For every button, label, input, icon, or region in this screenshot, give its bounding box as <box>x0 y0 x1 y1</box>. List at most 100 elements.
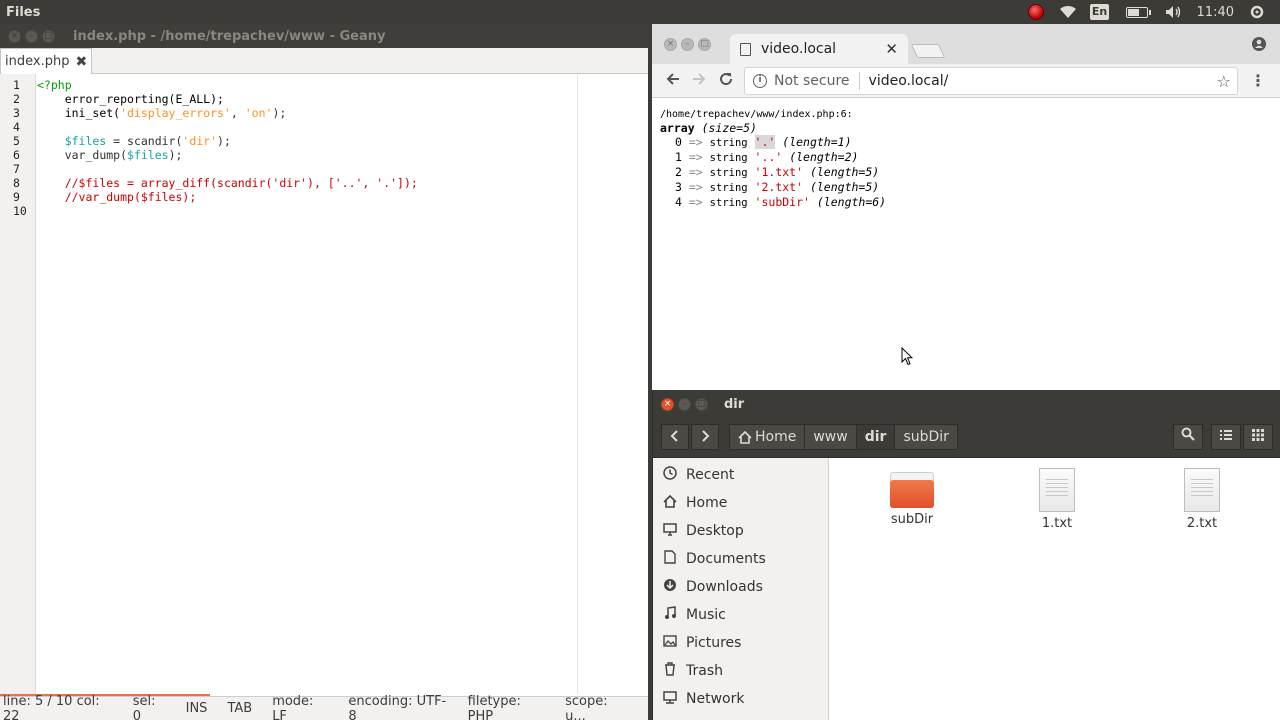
file-item[interactable]: 2.txt <box>1162 464 1242 531</box>
line-number[interactable]: 9 <box>0 190 35 204</box>
minimize-window-button[interactable]: – <box>678 397 691 411</box>
close-window-button[interactable]: × <box>661 397 674 411</box>
documents-icon <box>661 550 679 568</box>
sidebar-item-trash[interactable]: Trash <box>653 657 828 685</box>
back-arrow-icon <box>666 73 679 85</box>
maximize-window-button[interactable]: □ <box>698 38 711 51</box>
page-icon <box>740 42 751 56</box>
crumb-home[interactable]: Home <box>729 424 806 450</box>
sidebar-item-label: Downloads <box>686 579 763 595</box>
file-manager-titlebar[interactable]: × – □ dir <box>653 390 1280 418</box>
code-token: error_reporting(E_ALL); <box>64 92 224 106</box>
line-number[interactable]: 1 <box>0 78 35 92</box>
folder-item[interactable]: subDir <box>872 464 952 527</box>
maximize-window-button[interactable]: □ <box>42 29 55 43</box>
sidebar-item-network[interactable]: Network <box>653 685 828 713</box>
address-bar[interactable]: i Not secure video.local/ ☆ <box>744 67 1238 95</box>
close-window-button[interactable]: × <box>8 29 21 43</box>
grid-view-button[interactable] <box>1243 424 1273 450</box>
security-label[interactable]: Not secure <box>774 73 850 89</box>
profile-icon[interactable] <box>1252 37 1266 51</box>
crumb-dir[interactable]: dir <box>856 424 896 450</box>
status-position: line: 5 / 10 col: 22 <box>3 693 100 720</box>
sidebar-item-home[interactable]: Home <box>653 489 828 517</box>
line-number[interactable]: 7 <box>0 162 35 176</box>
sidebar-item-recent[interactable]: Recent <box>653 461 828 489</box>
folder-icon <box>890 472 934 508</box>
reload-icon <box>720 73 733 86</box>
new-tab-button[interactable] <box>910 44 946 58</box>
source-code[interactable]: <?php error_reporting(E_ALL); ini_set('d… <box>37 78 418 218</box>
row-arrow: => <box>688 165 703 179</box>
back-button[interactable] <box>662 71 684 92</box>
battery-icon[interactable] <box>1123 3 1151 21</box>
wifi-icon[interactable] <box>1059 3 1077 21</box>
active-app-title: Files <box>6 4 41 20</box>
sidebar-item-label: Trash <box>686 663 723 679</box>
line-number[interactable]: 2 <box>0 92 35 106</box>
close-window-button[interactable]: × <box>664 38 677 51</box>
forward-button[interactable] <box>691 424 719 450</box>
list-view-button[interactable] <box>1211 424 1241 450</box>
back-button[interactable] <box>661 424 689 450</box>
crumb-www[interactable]: www <box>805 424 857 450</box>
sidebar-item-music[interactable]: Music <box>653 601 828 629</box>
file-item-label: subDir <box>890 512 934 527</box>
row-type: string <box>709 137 748 149</box>
file-item[interactable]: 1.txt <box>1017 464 1097 531</box>
sidebar-item-desktop[interactable]: Desktop <box>653 517 828 545</box>
chevron-right-icon <box>702 430 710 442</box>
code-token: ); <box>272 106 287 120</box>
line-number[interactable]: 4 <box>0 120 35 134</box>
reload-button[interactable] <box>715 71 737 92</box>
info-icon[interactable]: i <box>753 74 767 88</box>
maximize-window-button[interactable]: □ <box>695 397 708 411</box>
power-gear-icon[interactable] <box>1248 3 1266 21</box>
bookmark-star-icon[interactable]: ☆ <box>1217 72 1231 91</box>
line-number[interactable]: 5 <box>0 134 35 148</box>
minimize-window-button[interactable]: – <box>25 29 38 43</box>
status-selection: sel: 0 <box>132 693 156 720</box>
sidebar-item-pictures[interactable]: Pictures <box>653 629 828 657</box>
line-number[interactable]: 3 <box>0 106 35 120</box>
clock[interactable]: 11:40 <box>1197 5 1234 20</box>
keyboard-layout-indicator[interactable]: En <box>1089 3 1110 21</box>
row-arrow: => <box>688 150 703 164</box>
geany-titlebar[interactable]: × – □ index.php - /home/trepachev/www - … <box>0 24 648 48</box>
tab-title: video.local <box>761 41 837 57</box>
row-length: (length=5) <box>809 165 880 179</box>
crumb-subdir[interactable]: subDir <box>895 424 958 450</box>
line-number-gutter: 1 2 3 4 5 6 7 8 9 10 <box>0 74 36 720</box>
sidebar-item-documents[interactable]: Documents <box>653 545 828 573</box>
recording-icon[interactable] <box>1027 3 1045 21</box>
volume-icon[interactable] <box>1165 3 1183 21</box>
code-editor[interactable]: 1 2 3 4 5 6 7 8 9 10 <?php error_reporting(E_ALL)… <box>0 74 648 720</box>
sidebar-item-downloads[interactable]: Downloads <box>653 573 828 601</box>
home-icon <box>738 430 752 444</box>
crumb-label: dir <box>864 429 887 445</box>
close-tab-icon[interactable]: ✖ <box>75 54 87 70</box>
code-token: ini_set( <box>64 106 121 120</box>
tab-index-php[interactable]: index.php ✖ <box>0 48 92 74</box>
file-view[interactable]: subDir 1.txt 2.txt <box>830 458 1280 720</box>
browser-tabstrip[interactable]: × – □ video.local ✕ <box>652 24 1280 64</box>
minimize-window-button[interactable]: – <box>681 38 694 51</box>
code-line: $files = scandir('dir'); <box>37 134 418 148</box>
sidebar-item-label: Music <box>686 607 726 623</box>
forward-button[interactable] <box>688 71 710 92</box>
row-type: string <box>709 152 748 164</box>
code-token: , <box>230 106 245 120</box>
line-number[interactable]: 6 <box>0 148 35 162</box>
close-tab-icon[interactable]: ✕ <box>885 40 898 58</box>
url-text[interactable]: video.local/ <box>869 73 949 89</box>
browser-tab[interactable]: video.local ✕ <box>730 34 908 64</box>
network-icon <box>661 690 679 708</box>
browser-menu-icon[interactable]: ⋮ <box>1250 71 1266 90</box>
search-button[interactable] <box>1173 424 1203 450</box>
status-insert-mode: INS <box>185 701 208 716</box>
line-number[interactable]: 10 <box>0 204 35 218</box>
row-length: (length=2) <box>789 150 859 164</box>
line-number[interactable]: 8 <box>0 176 35 190</box>
